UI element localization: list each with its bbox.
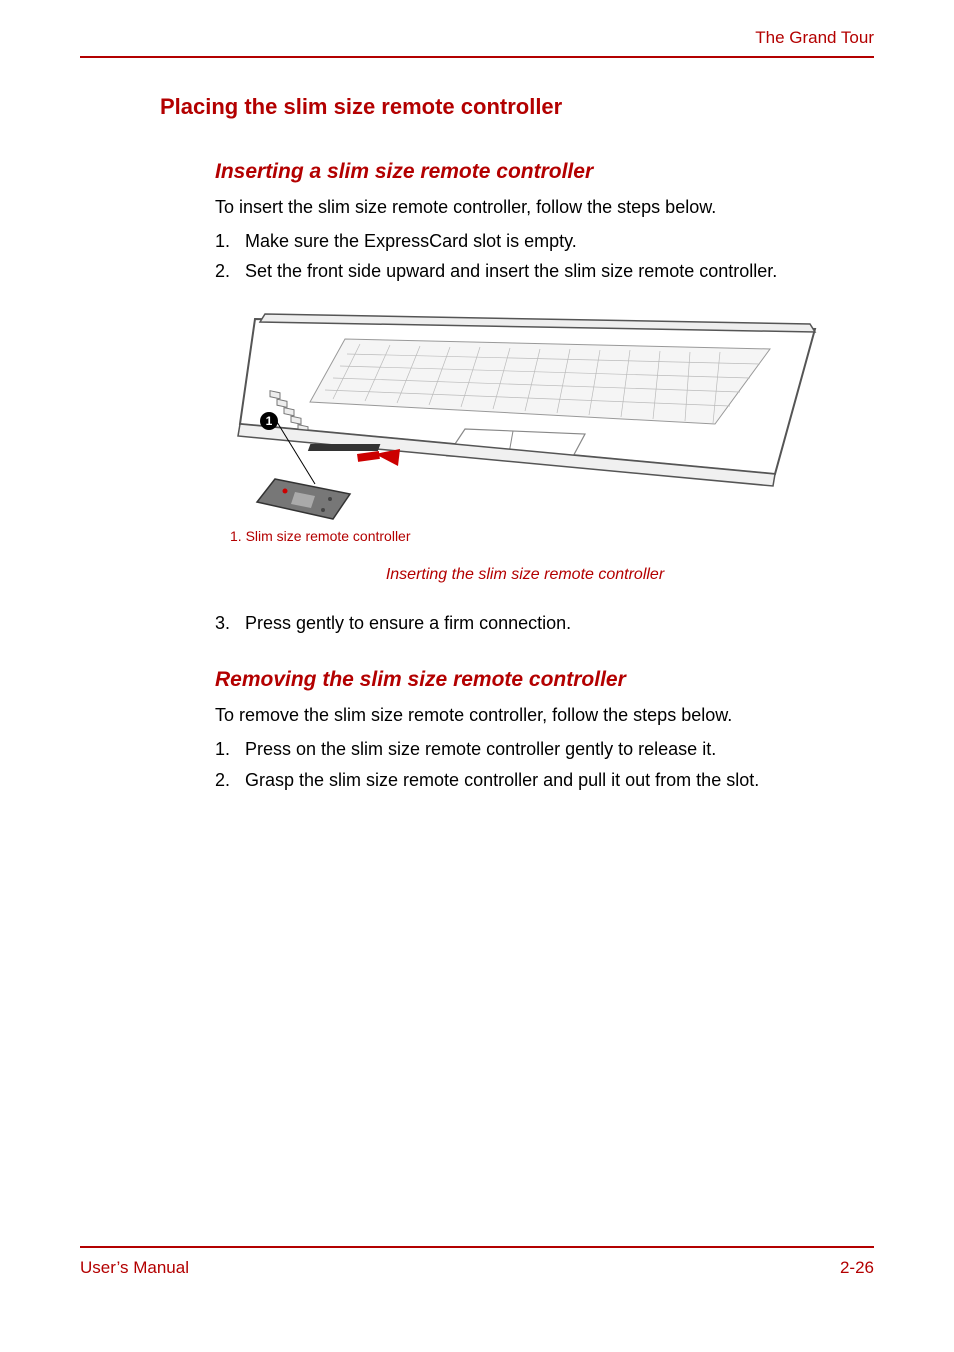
inserting-intro: To insert the slim size remote controlle… [215, 194, 874, 220]
step-number: 1. [215, 228, 245, 254]
page-footer: User’s Manual 2-26 [80, 1246, 874, 1278]
step-text: Press on the slim size remote controller… [245, 736, 716, 762]
step-number: 3. [215, 610, 245, 636]
header-divider [80, 56, 874, 58]
list-item: 1. Make sure the ExpressCard slot is emp… [215, 228, 874, 254]
footer-divider [80, 1246, 874, 1248]
subsection-removing-heading: Removing the slim size remote controller [215, 668, 874, 692]
chapter-title: The Grand Tour [80, 28, 874, 56]
step-text: Set the front side upward and insert the… [245, 258, 777, 284]
inserting-step-3: 3. Press gently to ensure a firm connect… [215, 610, 874, 636]
figure-legend: 1. Slim size remote controller [230, 528, 874, 544]
step-number: 1. [215, 736, 245, 762]
removing-intro: To remove the slim size remote controlle… [215, 702, 874, 728]
step-number: 2. [215, 258, 245, 284]
figure-laptop-insert-remote: 1 [215, 294, 835, 524]
footer-page-number: 2-26 [840, 1258, 874, 1278]
section-heading: Placing the slim size remote controller [160, 94, 874, 120]
list-item: 3. Press gently to ensure a firm connect… [215, 610, 874, 636]
step-text: Make sure the ExpressCard slot is empty. [245, 228, 577, 254]
list-item: 1. Press on the slim size remote control… [215, 736, 874, 762]
footer-left: User’s Manual [80, 1258, 189, 1278]
list-item: 2. Grasp the slim size remote controller… [215, 767, 874, 793]
figure-caption: Inserting the slim size remote controlle… [215, 566, 835, 584]
inserting-steps-1-2: 1. Make sure the ExpressCard slot is emp… [215, 228, 874, 284]
step-number: 2. [215, 767, 245, 793]
step-text: Grasp the slim size remote controller an… [245, 767, 759, 793]
list-item: 2. Set the front side upward and insert … [215, 258, 874, 284]
subsection-inserting-heading: Inserting a slim size remote controller [215, 160, 874, 184]
removing-steps: 1. Press on the slim size remote control… [215, 736, 874, 792]
laptop-illustration [215, 294, 835, 524]
step-text: Press gently to ensure a firm connection… [245, 610, 571, 636]
